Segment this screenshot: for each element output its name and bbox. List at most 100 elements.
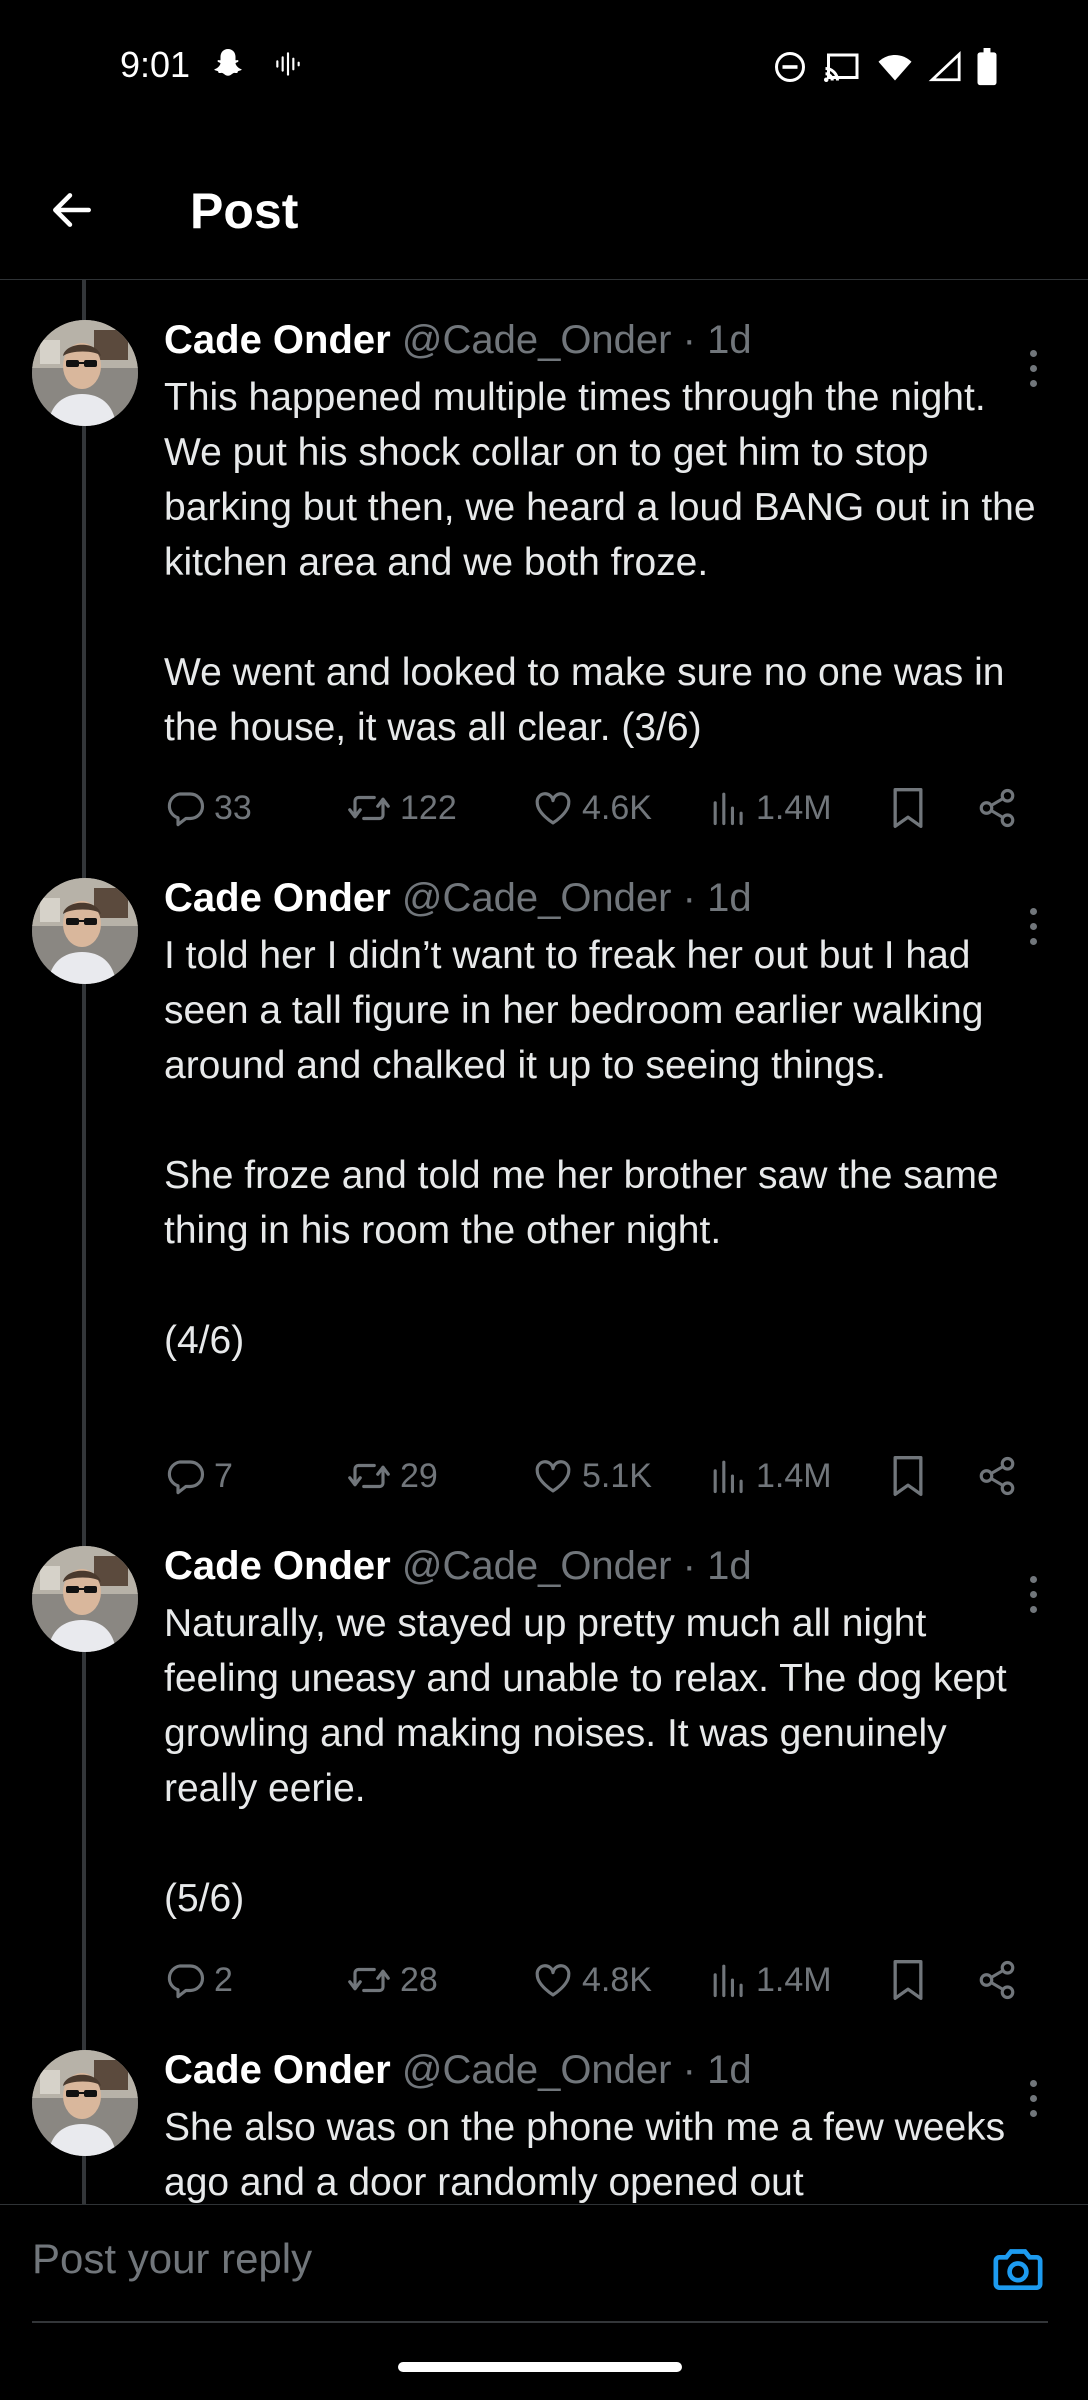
cast-icon	[822, 49, 862, 90]
post-time: 1d	[707, 2048, 752, 2092]
status-bar: 9:01	[0, 0, 1088, 140]
views-button[interactable]: 1.4M	[710, 778, 832, 838]
avatar[interactable]	[32, 2050, 138, 2156]
author-handle[interactable]: @Cade_Onder	[402, 1544, 672, 1588]
author-name[interactable]: Cade Onder	[164, 876, 391, 920]
share-icon	[976, 1455, 1018, 1497]
author-handle[interactable]: @Cade_Onder	[402, 318, 672, 362]
repost-icon	[346, 787, 392, 829]
bookmark-button[interactable]	[888, 1950, 928, 2010]
thread-line	[82, 280, 86, 2205]
post-paragraph: (5/6)	[164, 1877, 245, 1920]
views-button[interactable]: 1.4M	[710, 1446, 832, 1506]
bookmark-icon	[888, 1958, 928, 2002]
reply-input[interactable]	[32, 2229, 952, 2289]
home-indicator[interactable]	[398, 2362, 682, 2372]
repost-count: 28	[400, 1960, 438, 1999]
heart-icon	[532, 1959, 574, 2001]
heart-icon	[532, 1455, 574, 1497]
avatar[interactable]	[32, 1546, 138, 1652]
views-button[interactable]: 1.4M	[710, 1950, 832, 2010]
bookmark-button[interactable]	[888, 778, 928, 838]
post-actions: 33 122 4.6K 1.4M	[164, 778, 1034, 838]
reply-icon	[164, 787, 206, 829]
post-paragraph: She froze and told me her brother saw th…	[164, 1154, 999, 1252]
reply-button[interactable]: 7	[164, 1446, 233, 1506]
avatar[interactable]	[32, 878, 138, 984]
reply-button[interactable]: 2	[164, 1950, 233, 2010]
back-arrow-icon	[47, 185, 97, 240]
status-time: 9:01	[120, 44, 191, 85]
share-icon	[976, 787, 1018, 829]
post-header: Cade Onder @Cade_Onder · 1d	[164, 318, 752, 363]
post-paragraph: I told her I didn’t want to freak her ou…	[164, 934, 984, 1087]
post-paragraph: We went and looked to make sure no one w…	[164, 651, 1005, 749]
post-text: Naturally, we stayed up pretty much all …	[164, 1596, 1044, 1926]
share-icon	[976, 1959, 1018, 2001]
author-handle[interactable]: @Cade_Onder	[402, 2048, 672, 2092]
avatar[interactable]	[32, 320, 138, 426]
more-icon	[1029, 2079, 1037, 2087]
reply-bar	[0, 2204, 1088, 2324]
post-time: 1d	[707, 1544, 752, 1588]
share-button[interactable]	[976, 1950, 1018, 2010]
battery-icon	[976, 48, 998, 91]
repost-count: 122	[400, 788, 457, 827]
bookmark-icon	[888, 786, 928, 830]
post-text: I told her I didn’t want to freak her ou…	[164, 928, 1044, 1368]
views-icon	[710, 1455, 748, 1497]
header: Post	[0, 140, 1088, 280]
voice-icon	[272, 48, 304, 85]
camera-button[interactable]	[988, 2241, 1048, 2301]
more-icon	[1029, 1575, 1037, 1583]
like-button[interactable]: 4.6K	[532, 778, 652, 838]
repost-button[interactable]: 29	[346, 1446, 438, 1506]
author-name[interactable]: Cade Onder	[164, 1544, 391, 1588]
repost-icon	[346, 1455, 392, 1497]
separator: ·	[682, 2048, 696, 2092]
bookmark-button[interactable]	[888, 1446, 928, 1506]
separator: ·	[682, 318, 696, 362]
camera-icon	[990, 2241, 1046, 2302]
post-text: This happened multiple times through the…	[164, 370, 1044, 755]
reply-icon	[164, 1455, 206, 1497]
post-text: She also was on the phone with me a few …	[164, 2100, 1044, 2204]
author-name[interactable]: Cade Onder	[164, 2048, 391, 2092]
view-count: 1.4M	[756, 1960, 832, 1999]
post-header: Cade Onder @Cade_Onder · 1d	[164, 1544, 752, 1589]
dnd-icon	[772, 49, 808, 90]
post-paragraph: This happened multiple times through the…	[164, 376, 1036, 584]
signal-icon	[928, 49, 962, 90]
wifi-icon	[876, 49, 914, 90]
share-button[interactable]	[976, 1446, 1018, 1506]
like-count: 5.1K	[582, 1456, 652, 1495]
more-icon	[1029, 349, 1037, 357]
separator: ·	[682, 1544, 696, 1588]
reply-count: 2	[214, 1960, 233, 1999]
share-button[interactable]	[976, 778, 1018, 838]
like-count: 4.6K	[582, 788, 652, 827]
post-actions: 2 28 4.8K 1.4M	[164, 1950, 1034, 2010]
like-button[interactable]: 5.1K	[532, 1446, 652, 1506]
repost-button[interactable]: 122	[346, 778, 457, 838]
page-title: Post	[190, 183, 299, 239]
view-count: 1.4M	[756, 1456, 832, 1495]
post-actions: 7 29 5.1K 1.4M	[164, 1446, 1034, 1506]
reply-button[interactable]: 33	[164, 778, 252, 838]
post-header: Cade Onder @Cade_Onder · 1d	[164, 876, 752, 921]
views-icon	[710, 1959, 748, 2001]
like-count: 4.8K	[582, 1960, 652, 1999]
post-paragraph: Naturally, we stayed up pretty much all …	[164, 1602, 1007, 1810]
heart-icon	[532, 787, 574, 829]
author-name[interactable]: Cade Onder	[164, 318, 391, 362]
repost-button[interactable]: 28	[346, 1950, 438, 2010]
reply-count: 33	[214, 788, 252, 827]
repost-count: 29	[400, 1456, 438, 1495]
author-handle[interactable]: @Cade_Onder	[402, 876, 672, 920]
views-icon	[710, 787, 748, 829]
reply-divider	[32, 2321, 1048, 2323]
like-button[interactable]: 4.8K	[532, 1950, 652, 2010]
separator: ·	[682, 876, 696, 920]
post-time: 1d	[707, 318, 752, 362]
back-button[interactable]	[40, 180, 104, 244]
